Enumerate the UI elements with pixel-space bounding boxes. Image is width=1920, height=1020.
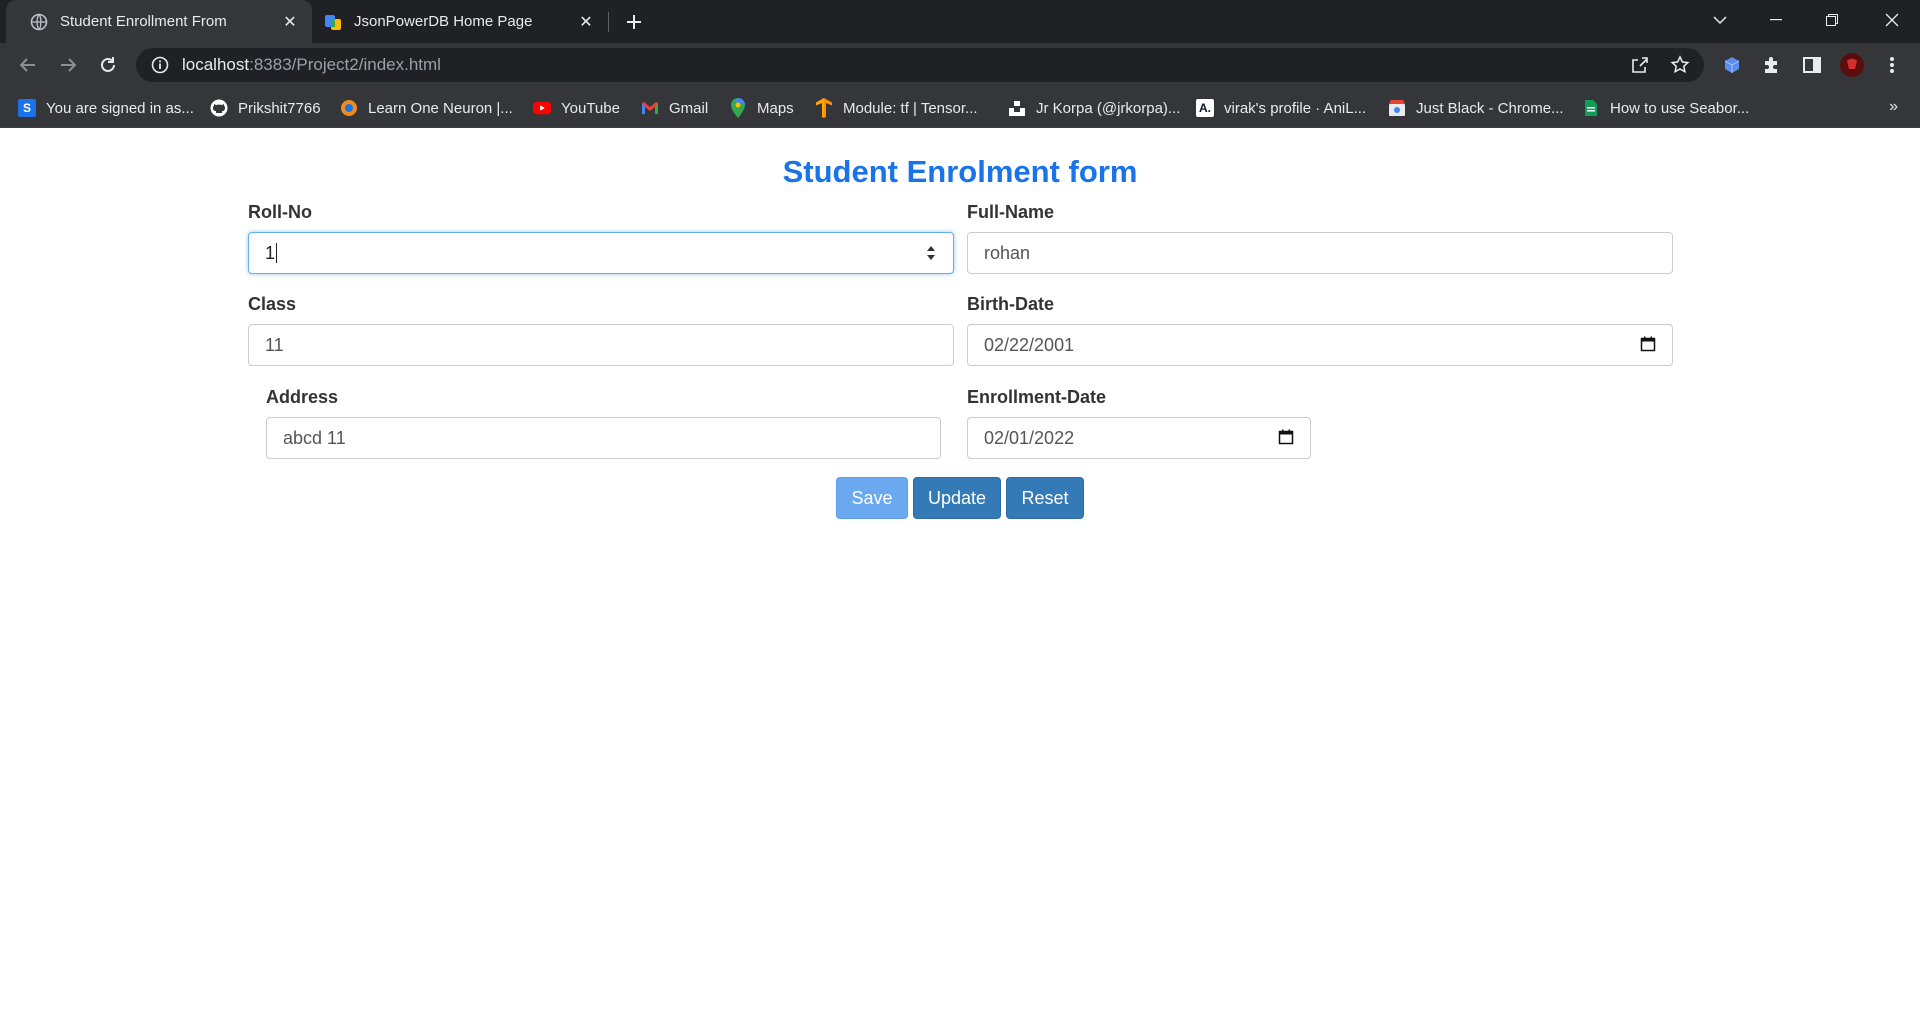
- tensorflow-icon: [815, 98, 833, 118]
- full-name-value: rohan: [984, 242, 1031, 263]
- extensions-puzzle-icon[interactable]: [1758, 51, 1786, 79]
- tab-separator: [608, 12, 609, 32]
- bookmark-label: YouTube: [561, 99, 620, 117]
- class-label: Class: [248, 294, 297, 314]
- youtube-icon: [533, 99, 551, 117]
- forward-icon[interactable]: [52, 49, 84, 81]
- bookmark-label: Module: tf | Tensor...: [843, 99, 978, 117]
- birth-date-label: Birth-Date: [967, 294, 1055, 314]
- number-spinner-icon[interactable]: [925, 243, 937, 263]
- minimize-icon[interactable]: [1748, 0, 1804, 40]
- reset-button[interactable]: Reset: [1006, 477, 1084, 519]
- calendar-icon[interactable]: [1278, 429, 1296, 447]
- bookmark-seaborn[interactable]: How to use Seabor...: [1582, 97, 1749, 119]
- bookmark-star-icon[interactable]: [1670, 55, 1690, 75]
- side-panel-icon[interactable]: [1798, 51, 1826, 79]
- enrollment-date-label: Enrollment-Date: [967, 387, 1107, 407]
- tab-title: JsonPowerDB Home Page: [354, 13, 533, 30]
- bookmark-label: You are signed in as...: [46, 99, 194, 117]
- extension-cube-icon[interactable]: [1718, 51, 1746, 79]
- anilist-icon: A.: [1196, 99, 1214, 117]
- maps-icon: [729, 98, 747, 118]
- chrome-menu-icon[interactable]: [1878, 51, 1906, 79]
- roll-no-input[interactable]: 1: [248, 232, 954, 274]
- unsplash-icon: [1008, 99, 1026, 117]
- globe-icon: [30, 13, 48, 31]
- tab-search-icon[interactable]: [1692, 0, 1748, 40]
- bookmark-label: Maps: [757, 99, 794, 117]
- bookmark-tensorflow[interactable]: Module: tf | Tensor...: [815, 97, 978, 119]
- bookmark-label: Prikshit7766: [238, 99, 321, 117]
- bookmark-label: How to use Seabor...: [1610, 99, 1750, 117]
- bookmark-signed-in[interactable]: S You are signed in as...: [18, 97, 194, 119]
- reload-icon[interactable]: [92, 49, 124, 81]
- page-content: Student Enrolment form Roll-No 1 Full-Na…: [0, 129, 1920, 1020]
- page-title: Student Enrolment form: [782, 154, 1138, 189]
- address-bar[interactable]: localhost:8383/Project2/index.html: [136, 48, 1704, 82]
- calendar-icon[interactable]: [1640, 336, 1658, 354]
- gmail-icon: [641, 99, 659, 117]
- share-icon[interactable]: [1630, 55, 1650, 75]
- address-value: abcd 11: [283, 427, 346, 448]
- s-icon: S: [18, 99, 36, 117]
- close-window-icon[interactable]: [1864, 0, 1920, 40]
- address-input[interactable]: abcd 11: [266, 417, 941, 459]
- bookmark-label: Gmail: [669, 99, 709, 117]
- bookmark-prikshit[interactable]: Prikshit7766: [210, 97, 321, 119]
- bookmark-webstore[interactable]: Just Black - Chrome...: [1388, 97, 1564, 119]
- webstore-icon: [1388, 99, 1406, 117]
- enrollment-date-input[interactable]: 02/01/2022: [967, 417, 1311, 459]
- tab-student-enrollment[interactable]: Student Enrollment From ✕: [6, 0, 312, 43]
- bookmark-label: virak's profile · AniL...: [1224, 99, 1367, 117]
- ineuron-icon: [340, 99, 358, 117]
- roll-no-label: Roll-No: [248, 202, 312, 222]
- bookmark-gmail[interactable]: Gmail: [641, 97, 708, 119]
- bookmark-youtube[interactable]: YouTube: [533, 97, 620, 119]
- new-tab-icon[interactable]: [620, 8, 648, 36]
- bookmarks-overflow-icon[interactable]: »: [1889, 98, 1898, 116]
- close-tab-icon[interactable]: ✕: [574, 10, 598, 34]
- update-button[interactable]: Update: [913, 477, 1001, 519]
- doc-icon: [1582, 99, 1600, 117]
- birth-date-input[interactable]: 02/22/2001: [967, 324, 1673, 366]
- tab-jsonpowerdb[interactable]: JsonPowerDB Home Page ✕: [312, 0, 608, 43]
- github-icon: [210, 99, 228, 117]
- site-info-icon[interactable]: [150, 55, 170, 75]
- back-icon[interactable]: [12, 49, 44, 81]
- url-path: :8383/Project2/index.html: [249, 55, 441, 74]
- save-button[interactable]: Save: [836, 477, 908, 519]
- bookmark-ineuron[interactable]: Learn One Neuron |...: [340, 97, 513, 119]
- enrollment-date-value: 02/01/2022: [984, 427, 1075, 448]
- bookmark-label: Just Black - Chrome...: [1416, 99, 1564, 117]
- full-name-input[interactable]: rohan: [967, 232, 1673, 274]
- tab-strip: Student Enrollment From ✕ JsonPowerDB Ho…: [0, 0, 1920, 43]
- class-value: 11: [265, 334, 284, 355]
- close-tab-icon[interactable]: ✕: [278, 10, 302, 34]
- birth-date-value: 02/22/2001: [984, 334, 1075, 355]
- browser-toolbar: localhost:8383/Project2/index.html: [0, 43, 1920, 88]
- full-name-label: Full-Name: [967, 202, 1055, 222]
- url-host: localhost: [182, 55, 250, 74]
- jpdb-icon: [324, 13, 342, 31]
- bookmark-maps[interactable]: Maps: [729, 97, 794, 119]
- restore-icon[interactable]: [1804, 0, 1860, 40]
- text-caret: [276, 243, 278, 263]
- bookmark-label: Jr Korpa (@jrkorpa)...: [1036, 99, 1181, 117]
- bookmark-label: Learn One Neuron |...: [368, 99, 513, 117]
- class-input[interactable]: 11: [248, 324, 954, 366]
- bookmark-anilist[interactable]: A. virak's profile · AniL...: [1196, 97, 1366, 119]
- profile-avatar-icon[interactable]: [1838, 51, 1866, 79]
- tab-title: Student Enrollment From: [60, 13, 227, 30]
- address-label: Address: [266, 387, 339, 407]
- roll-no-value: 1: [265, 242, 276, 263]
- bookmarks-bar: S You are signed in as... Prikshit7766 L…: [0, 88, 1920, 128]
- bookmark-unsplash[interactable]: Jr Korpa (@jrkorpa)...: [1008, 97, 1180, 119]
